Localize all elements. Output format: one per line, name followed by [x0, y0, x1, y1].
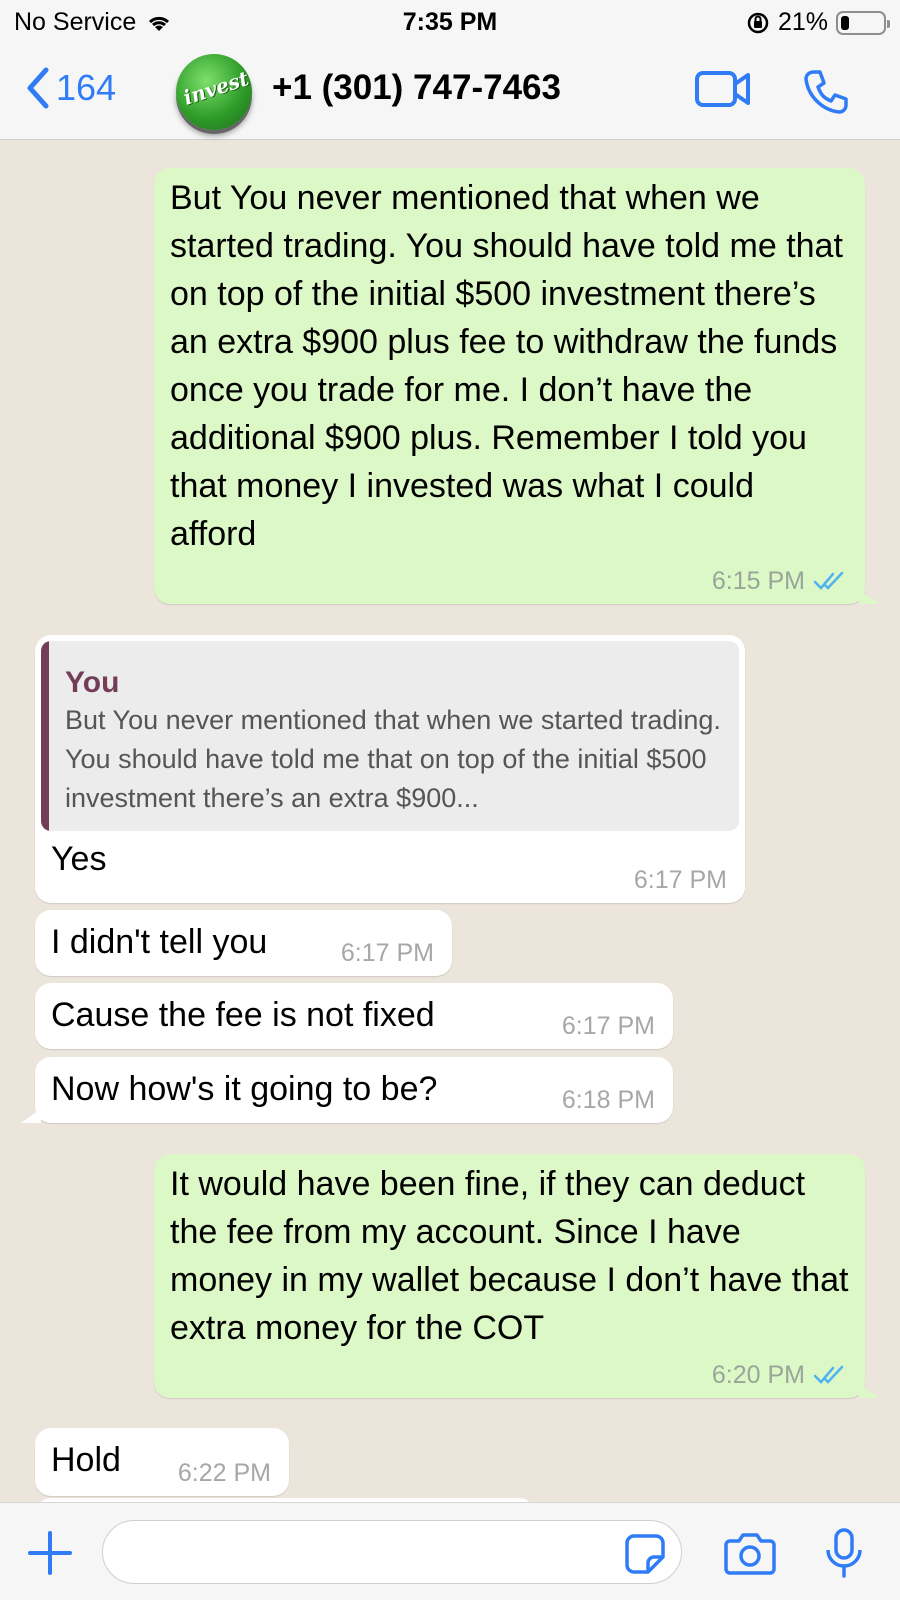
message-meta: 6:15 PM [712, 566, 847, 596]
message-time: 6:20 PM [711, 1361, 805, 1389]
status-right: 21% [746, 8, 890, 37]
double-check-icon [813, 1365, 844, 1384]
chat-header: 164 invest +1 (301) 747-7463 [0, 44, 900, 140]
back-count: 164 [56, 67, 117, 108]
phone-icon[interactable] [802, 68, 850, 116]
battery-icon [836, 10, 890, 35]
bubble-tail [21, 1109, 41, 1123]
back-button[interactable]: 164 [24, 66, 116, 110]
quote-author: You [65, 666, 120, 699]
plus-icon[interactable] [28, 1531, 72, 1575]
message-bubble-incoming[interactable]: Hold 6:22 PM [35, 1428, 289, 1496]
avatar[interactable]: invest [176, 54, 252, 130]
message-bubble-outgoing[interactable]: It would have been fine, if they can ded… [154, 1154, 879, 1398]
message-input[interactable] [102, 1520, 682, 1584]
quote-bar [41, 641, 49, 831]
message-meta: 6:17 PM [341, 938, 434, 968]
message-time: 6:15 PM [711, 567, 805, 595]
microphone-icon[interactable] [824, 1527, 864, 1579]
video-camera-icon[interactable] [694, 68, 752, 110]
input-bar [0, 1502, 900, 1600]
message-time: 6:17 PM [561, 1012, 655, 1040]
message-time: 6:22 PM [177, 1459, 271, 1487]
bubble-tail [859, 590, 879, 604]
quote-text: But You never mentioned that when we sta… [65, 705, 721, 813]
message-meta: 6:20 PM [712, 1360, 847, 1390]
chevron-left-icon [27, 67, 49, 109]
message-text: But You never mentioned that when we sta… [170, 179, 843, 553]
battery-fill [841, 15, 849, 30]
battery-percent: 21% [777, 8, 828, 36]
message-meta: 6:17 PM [562, 1011, 655, 1041]
message-time: 6:17 PM [633, 866, 727, 894]
message-text: It would have been fine, if they can ded… [170, 1165, 849, 1347]
chat-area[interactable]: But You never mentioned that when we sta… [0, 140, 900, 1502]
message-meta: 6:17 PM [634, 865, 727, 895]
message-meta: 6:18 PM [562, 1085, 655, 1115]
message-bubble-incoming[interactable]: Now how's it going to be? 6:18 PM [21, 1057, 673, 1123]
message-meta: 6:22 PM [178, 1458, 271, 1488]
status-bar: No Service 7:35 PM 21% [0, 0, 900, 44]
orientation-lock-icon [747, 12, 769, 33]
double-check-icon [813, 571, 844, 590]
reply-quote[interactable]: You But You never mentioned that when we… [41, 641, 739, 831]
message-text: Yes [51, 840, 107, 878]
message-time: 6:18 PM [561, 1086, 655, 1114]
contact-name[interactable]: +1 (301) 747-7463 [272, 68, 561, 108]
message-bubble-incoming[interactable]: You But You never mentioned that when we… [35, 635, 745, 903]
camera-icon[interactable] [724, 1531, 776, 1575]
message-bubble-incoming[interactable]: I didn't tell you 6:17 PM [35, 910, 452, 976]
message-bubble-incoming[interactable]: Cause the fee is not fixed 6:17 PM [35, 983, 673, 1049]
message-bubble-outgoing[interactable]: But You never mentioned that when we sta… [154, 168, 879, 604]
message-time: 6:17 PM [340, 939, 434, 967]
bubble-tail [859, 1384, 879, 1398]
sticker-icon[interactable] [624, 1533, 666, 1575]
avatar-text: invest [180, 66, 252, 110]
